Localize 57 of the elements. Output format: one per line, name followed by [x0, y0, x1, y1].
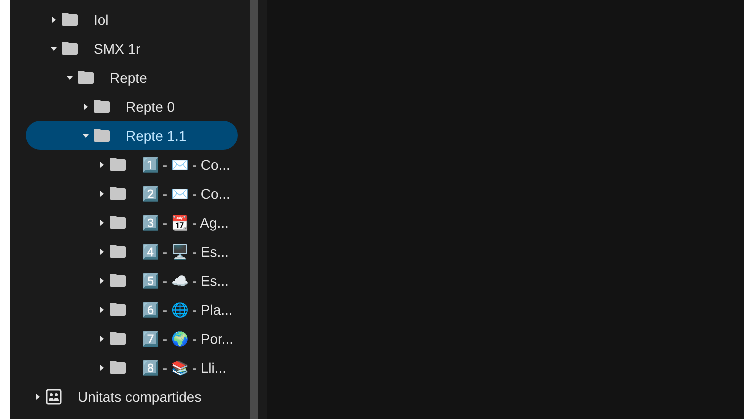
caret-icon[interactable]	[98, 306, 106, 314]
tree-item[interactable]: Iol	[26, 5, 238, 34]
caret-icon[interactable]	[98, 276, 106, 284]
folder-icon	[110, 158, 126, 171]
folder-icon	[110, 245, 126, 258]
caret-icon[interactable]	[66, 74, 74, 82]
item-label: 6⃣ - 🌐 - Pla...	[142, 302, 233, 318]
caret-icon[interactable]	[98, 334, 106, 342]
caret-icon[interactable]	[98, 190, 106, 198]
item-label: 7⃣ - 🌍 - Por...	[142, 330, 234, 346]
tree-item[interactable]: Repte 0	[26, 92, 238, 121]
folder-icon	[94, 129, 110, 142]
item-label: SMX 1r	[94, 40, 141, 56]
folder-icon	[110, 187, 126, 200]
item-label: Repte	[110, 70, 148, 86]
tree-item[interactable]: 8⃣ - 📚 - Lli...	[26, 353, 238, 382]
tree-item[interactable]: 4⃣ - 🖥 - Es...	[26, 237, 238, 266]
shared-drive-icon	[46, 388, 62, 404]
folder-icon	[110, 361, 126, 374]
caret-icon[interactable]	[82, 102, 90, 110]
item-label: 2⃣ - ✉ - Co...	[142, 186, 230, 202]
tree-item[interactable]: 3⃣ - 📆 - Ag...	[26, 208, 238, 237]
tree-item[interactable]: 1⃣ - ✉ - Co...	[26, 150, 238, 179]
item-label: Unitats compartides	[78, 388, 202, 404]
caret-icon[interactable]	[34, 392, 42, 400]
folder-icon	[62, 13, 78, 26]
item-label: Repte 0	[126, 98, 176, 114]
scrollbar[interactable]	[250, 0, 258, 419]
tree-item[interactable]: Repte 1.1	[26, 121, 238, 150]
tree-item[interactable]: 6⃣ - 🌐 - Pla...	[26, 295, 238, 324]
caret-icon[interactable]	[98, 218, 106, 226]
tree-item[interactable]: Unitats compartides	[26, 382, 238, 411]
item-label: 8⃣ - 📚 - Lli...	[142, 360, 227, 376]
item-label: Repte 1.1	[126, 128, 187, 144]
tree-item[interactable]: 7⃣ - 🌍 - Por...	[26, 324, 238, 353]
folder-icon	[110, 303, 126, 316]
item-label: 1⃣ - ✉ - Co...	[142, 156, 230, 172]
caret-icon[interactable]	[98, 160, 106, 168]
caret-icon[interactable]	[50, 16, 58, 24]
folder-icon	[94, 100, 110, 113]
tree-item[interactable]: 2⃣ - ✉ - Co...	[26, 179, 238, 208]
folder-icon	[62, 42, 78, 55]
folder-icon	[110, 332, 126, 345]
caret-icon[interactable]	[50, 44, 58, 52]
tree-item[interactable]: SMX 1r	[26, 34, 238, 63]
tree-item[interactable]: Repte	[26, 63, 238, 92]
caret-icon[interactable]	[98, 364, 106, 372]
folder-icon	[110, 216, 126, 229]
item-label: 5⃣ - ☁ - Es...	[142, 272, 229, 288]
item-label: 3⃣ - 📆 - Ag...	[142, 214, 229, 230]
item-label: Iol	[94, 12, 109, 28]
folder-icon	[78, 71, 94, 84]
item-label: 4⃣ - 🖥 - Es...	[142, 244, 229, 260]
tree-item[interactable]: 5⃣ - ☁ - Es...	[26, 266, 238, 295]
caret-icon[interactable]	[98, 248, 106, 256]
folder-icon	[110, 274, 126, 287]
caret-icon[interactable]	[82, 132, 90, 140]
